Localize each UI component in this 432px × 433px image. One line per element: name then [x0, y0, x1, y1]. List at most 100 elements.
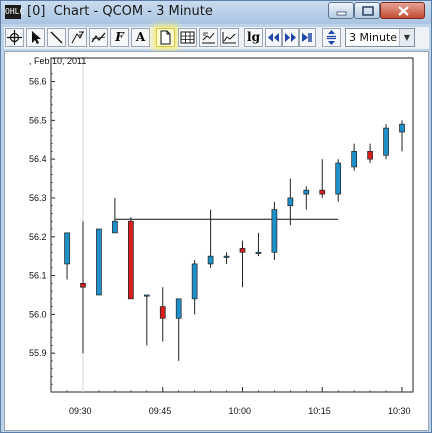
- font-icon: F: [115, 30, 124, 44]
- x-tick-label: 10:00: [229, 406, 252, 416]
- minimize-icon: [336, 11, 347, 16]
- page-button[interactable]: [156, 28, 175, 47]
- candle: [255, 232, 262, 257]
- pointer-button[interactable]: [26, 28, 45, 47]
- line-icon: [50, 31, 63, 44]
- y-tick-label: 56.2: [29, 232, 47, 242]
- y-tick-label: 56.1: [29, 271, 47, 281]
- trend-icon: [91, 32, 106, 43]
- scroll-left-button[interactable]: [265, 28, 282, 47]
- indicator-button[interactable]: [220, 28, 239, 47]
- candle: [127, 217, 134, 300]
- zoom-button[interactable]: [322, 28, 341, 47]
- title-bar[interactable]: OHLC [0] Chart - QCOM - 3 Minute: [1, 1, 431, 24]
- scroll-right-icon: [285, 33, 296, 42]
- indicator-icon: [222, 32, 236, 44]
- candle-body: [80, 282, 86, 288]
- scroll-right-button[interactable]: [282, 28, 299, 47]
- candle: [367, 143, 373, 164]
- candle-body: [255, 251, 262, 254]
- candle: [159, 287, 166, 342]
- candle: [64, 232, 70, 280]
- candle-body: [207, 255, 214, 265]
- chart-toolbar: F A lg 3 Minute ▼: [4, 27, 429, 49]
- window-title: [0] Chart - QCOM - 3 Minute: [27, 4, 213, 19]
- maximize-button[interactable]: [354, 2, 380, 19]
- chart-area[interactable]: 56.6 56.5 56.4 56.3 56.2 56.1 56.0 55.9 09:30 09…: [4, 51, 429, 431]
- candle-body: [96, 228, 102, 296]
- scroll-end-icon: [302, 33, 312, 42]
- pointer-icon: [32, 31, 41, 44]
- y-tick-label: 56.0: [29, 309, 47, 319]
- candle-body: [175, 298, 182, 319]
- line-tool-button[interactable]: [47, 28, 66, 47]
- interval-select[interactable]: 3 Minute ▼: [345, 28, 415, 47]
- candle-body: [303, 189, 310, 195]
- candle: [383, 124, 389, 160]
- text-button[interactable]: A: [131, 28, 150, 47]
- trend-button[interactable]: [89, 28, 108, 47]
- candle-body: [64, 232, 70, 265]
- close-button[interactable]: [380, 2, 425, 19]
- page-icon: [160, 30, 171, 45]
- candle: [239, 240, 246, 288]
- scroll-left-icon: [268, 33, 279, 42]
- minimize-button[interactable]: [328, 2, 354, 19]
- candle-body: [367, 151, 373, 160]
- candle: [271, 201, 278, 261]
- x-tick-label: 09:45: [149, 406, 172, 416]
- fibonacci-icon: [71, 31, 84, 44]
- candle: [175, 298, 182, 361]
- x-tick-label: 10:15: [308, 406, 331, 416]
- table-button[interactable]: [178, 28, 197, 47]
- candle-body: [335, 162, 342, 195]
- x-tick-label: 09:30: [69, 406, 92, 416]
- log-scale-button[interactable]: lg: [244, 28, 263, 47]
- maximize-icon: [362, 6, 374, 16]
- chart-window: OHLC [0] Chart - QCOM - 3 Minute F A lg …: [0, 0, 432, 433]
- fibonacci-button[interactable]: [68, 28, 87, 47]
- candle-body: [112, 220, 118, 234]
- chart-style-icon: [202, 32, 215, 44]
- y-tick-label: 56.5: [29, 115, 47, 125]
- candle-body: [271, 209, 278, 253]
- table-icon: [180, 31, 195, 44]
- zoom-icon: [327, 30, 336, 45]
- candle: [399, 120, 405, 152]
- candle: [335, 159, 342, 202]
- candlestick-chart[interactable]: 56.6 56.5 56.4 56.3 56.2 56.1 56.0 55.9 09:30 09…: [5, 52, 428, 430]
- candle: [112, 197, 118, 234]
- candle-body: [399, 123, 405, 133]
- font-button[interactable]: F: [110, 28, 129, 47]
- chevron-down-icon[interactable]: ▼: [399, 29, 414, 46]
- candle-body: [191, 263, 198, 300]
- candle-body: [223, 255, 230, 258]
- scroll-end-button[interactable]: [299, 28, 316, 47]
- candle-body: [239, 248, 246, 253]
- candle: [96, 228, 102, 296]
- candle-body: [127, 220, 134, 300]
- chart-style-button[interactable]: [199, 28, 218, 47]
- candle: [303, 186, 310, 210]
- y-tick-label: 56.6: [29, 77, 47, 87]
- candle: [143, 294, 150, 346]
- candle: [287, 178, 294, 226]
- candle: [319, 159, 326, 198]
- x-tick-label: 10:30: [388, 406, 411, 416]
- candle: [207, 209, 214, 268]
- candle: [191, 260, 198, 315]
- chart-date-label: , Feb 10, 2011: [29, 56, 86, 66]
- y-tick-label: 55.9: [29, 348, 47, 358]
- candle-body: [351, 151, 357, 168]
- candle-body: [287, 197, 294, 207]
- candle: [80, 221, 86, 354]
- plot-frame: [50, 57, 414, 393]
- close-icon: [398, 6, 409, 16]
- candle-body: [383, 127, 389, 156]
- candle: [223, 252, 230, 264]
- candle-body: [159, 306, 166, 319]
- crosshair-button[interactable]: [5, 28, 24, 47]
- candle: [351, 143, 357, 171]
- y-tick-label: 56.4: [29, 154, 47, 164]
- interval-value: 3 Minute: [349, 31, 398, 44]
